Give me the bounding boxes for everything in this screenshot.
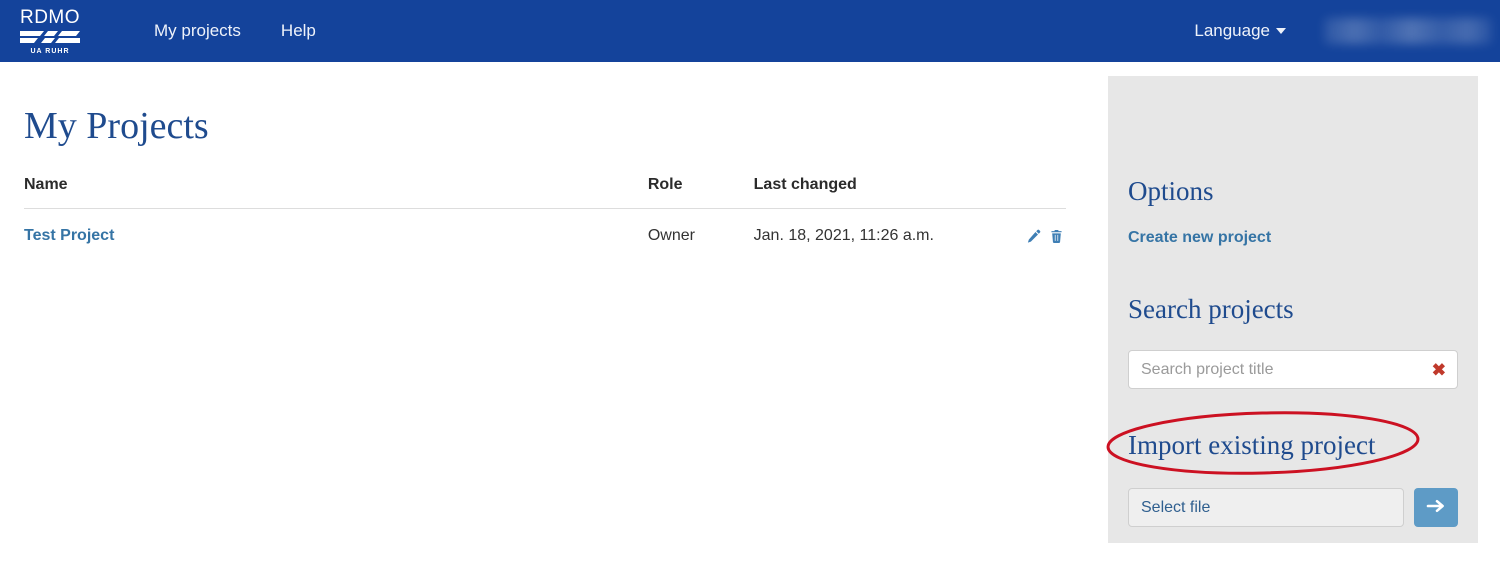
top-navbar: RDMO UA RUHR My projects Help Language xyxy=(0,0,1500,62)
language-dropdown[interactable]: Language xyxy=(1180,15,1300,47)
import-section: Import existing project Select file xyxy=(1106,411,1458,527)
column-header-actions xyxy=(1006,176,1066,209)
search-field-group: ✖ xyxy=(1128,350,1458,389)
close-x-icon[interactable]: ✖ xyxy=(1432,361,1446,378)
cell-actions xyxy=(1007,209,1066,260)
cell-role: Owner xyxy=(647,227,695,244)
column-header-name: Name xyxy=(24,176,648,209)
sidebar-heading-options: Options xyxy=(1128,176,1214,206)
cell-project-name: Test Project xyxy=(24,209,648,260)
create-new-project-link[interactable]: Create new project xyxy=(1128,229,1271,247)
language-dropdown-label: Language xyxy=(1194,21,1270,40)
select-file-button[interactable]: Select file xyxy=(1128,488,1404,527)
ua-ruhr-logo-icon: UA RUHR xyxy=(18,29,82,57)
sidebar-heading-import: Import existing project xyxy=(1128,430,1376,460)
nav-link-my-projects[interactable]: My projects xyxy=(134,14,261,48)
table-header-row: Name Role Last changed xyxy=(24,176,1066,209)
cell-last-changed: Jan. 18, 2021, 11:26 a.m. xyxy=(753,227,934,244)
sidebar-panel: Options Create new project Search projec… xyxy=(1106,76,1478,543)
page-title: My Projects xyxy=(24,105,209,147)
projects-table: Name Role Last changed Test Project Owne… xyxy=(24,176,1066,259)
project-link[interactable]: Test Project xyxy=(24,227,114,244)
trash-icon[interactable] xyxy=(1049,229,1064,244)
arrow-right-icon xyxy=(1426,498,1446,517)
brand-wordmark: RDMO xyxy=(19,6,81,28)
column-header-last-changed: Last changed xyxy=(753,176,1007,209)
brand-subtext: UA RUHR xyxy=(30,47,70,55)
navbar-links: My projects Help xyxy=(134,14,336,48)
row-action-group xyxy=(1007,229,1066,244)
search-input[interactable] xyxy=(1128,350,1458,389)
main-content: My Projects Name Role Last changed Test … xyxy=(0,62,1090,564)
sidebar-heading-search: Search projects xyxy=(1128,294,1294,324)
navbar-right-group: Language xyxy=(1180,0,1500,62)
brand-logo[interactable]: RDMO UA RUHR xyxy=(0,0,100,62)
user-menu-redacted[interactable] xyxy=(1324,18,1492,44)
column-header-role: Role xyxy=(647,176,754,209)
nav-link-help[interactable]: Help xyxy=(261,14,336,48)
pencil-icon[interactable] xyxy=(1026,229,1041,244)
import-submit-button[interactable] xyxy=(1414,488,1458,527)
table-row: Test Project Owner Jan. 18, 2021, 11:26 … xyxy=(24,209,1066,260)
caret-down-icon xyxy=(1276,28,1286,34)
import-file-row: Select file xyxy=(1128,488,1458,527)
